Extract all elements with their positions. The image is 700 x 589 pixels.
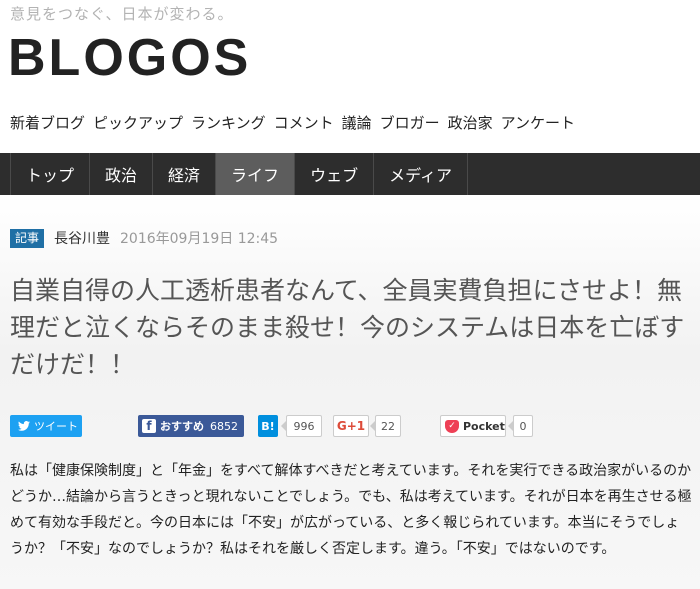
subnav-item-pickup[interactable]: ピックアップ xyxy=(93,112,183,133)
subnav-item-new-blogs[interactable]: 新着ブログ xyxy=(10,112,85,133)
pocket-label: Pocket xyxy=(463,419,505,433)
google-plus-button[interactable]: G+1 xyxy=(333,415,369,437)
article-author[interactable]: 長谷川豊 xyxy=(54,228,110,248)
subnav-item-comments[interactable]: コメント xyxy=(274,112,334,133)
sub-navigation: 新着ブログ ピックアップ ランキング コメント 議論 ブロガー 政治家 アンケー… xyxy=(10,112,575,133)
pocket-icon: ✓ xyxy=(445,419,459,433)
nav-tab-top[interactable]: トップ xyxy=(10,153,91,195)
article-title: 自業自得の人工透析患者なんて、全員実費負担にさせよ！無理だと泣くならそのまま殺せ… xyxy=(10,276,685,379)
facebook-label: おすすめ xyxy=(160,420,204,433)
nav-tab-economy[interactable]: 経済 xyxy=(153,153,217,195)
article-meta: 記事 長谷川豊 2016年09月19日 12:45 xyxy=(10,228,278,248)
pocket-count: 0 xyxy=(513,415,533,437)
site-logo[interactable]: BLOGOS xyxy=(8,28,251,88)
article-body: 私は「健康保険制度」と「年金」をすべて解体すべきだと考えています。それを実行でき… xyxy=(10,463,692,557)
social-share-bar: ツイート f おすすめ 6852 B! 996 G+1 22 ✓ Pocket … xyxy=(10,415,700,437)
nav-tab-politics[interactable]: 政治 xyxy=(90,153,154,195)
facebook-recommend-button[interactable]: f おすすめ 6852 xyxy=(138,415,244,437)
article-date: 2016年09月19日 12:45 xyxy=(120,231,279,247)
subnav-item-bloggers[interactable]: ブロガー xyxy=(380,112,440,133)
main-navigation: トップ 政治 経済 ライフ ウェブ メディア xyxy=(0,153,700,195)
pocket-button[interactable]: ✓ Pocket xyxy=(440,415,506,437)
nav-tab-web[interactable]: ウェブ xyxy=(295,153,375,195)
tweet-button[interactable]: ツイート xyxy=(10,415,82,437)
nav-tab-life[interactable]: ライフ xyxy=(216,153,296,195)
hatena-bookmark-button[interactable]: B! xyxy=(258,415,278,437)
subnav-item-politicians[interactable]: 政治家 xyxy=(448,112,493,133)
article-type-badge: 記事 xyxy=(10,228,45,248)
subnav-item-ranking[interactable]: ランキング xyxy=(191,112,266,133)
facebook-icon: f xyxy=(142,419,156,433)
twitter-bird-icon xyxy=(18,421,30,431)
facebook-count: 6852 xyxy=(210,419,238,433)
site-tagline: 意見をつなぐ、日本が変わる。 xyxy=(10,5,234,23)
hatena-count: 996 xyxy=(286,415,322,437)
subnav-item-debate[interactable]: 議論 xyxy=(342,112,372,133)
tweet-label: ツイート xyxy=(34,420,78,433)
nav-tab-media[interactable]: メディア xyxy=(374,153,468,195)
subnav-item-survey[interactable]: アンケート xyxy=(501,112,575,133)
google-plus-count: 22 xyxy=(375,415,401,437)
